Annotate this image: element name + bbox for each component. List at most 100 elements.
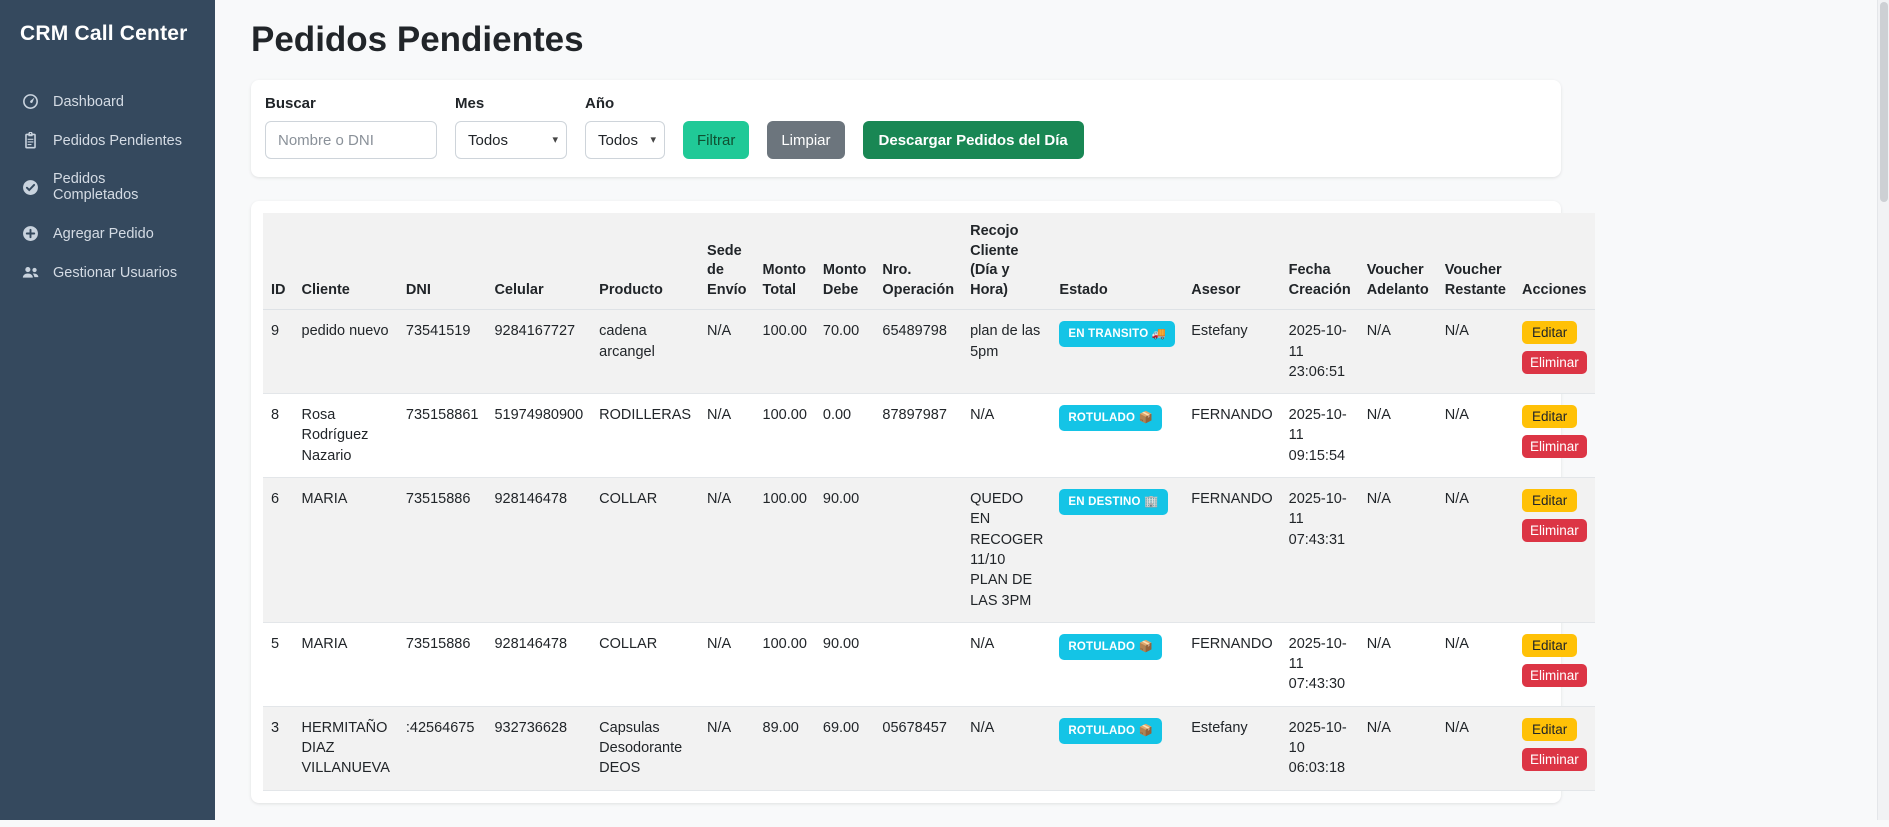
cell-id: 5 bbox=[263, 622, 294, 706]
cell-producto: COLLAR bbox=[591, 478, 699, 623]
cell-asesor: FERNANDO bbox=[1183, 622, 1280, 706]
cell-sede: N/A bbox=[699, 310, 754, 394]
cell-asesor: FERNANDO bbox=[1183, 394, 1280, 478]
scrollbar-thumb[interactable] bbox=[1880, 2, 1888, 202]
column-header-cliente: Cliente bbox=[294, 213, 398, 310]
edit-button[interactable]: Editar bbox=[1522, 718, 1577, 741]
cell-recojo: plan de las 5pm bbox=[962, 310, 1051, 394]
sidebar-item-pedidos-completados[interactable]: Pedidos Completados bbox=[0, 160, 215, 214]
column-header-celular: Celular bbox=[486, 213, 591, 310]
cell-monto_debe: 90.00 bbox=[815, 478, 874, 623]
cell-fecha: 2025-10-11 23:06:51 bbox=[1281, 310, 1359, 394]
cell-acciones: Editar Eliminar bbox=[1514, 478, 1595, 623]
edit-button[interactable]: Editar bbox=[1522, 489, 1577, 512]
cell-id: 8 bbox=[263, 394, 294, 478]
edit-button[interactable]: Editar bbox=[1522, 634, 1577, 657]
cell-acciones: Editar Eliminar bbox=[1514, 310, 1595, 394]
column-header-producto: Producto bbox=[591, 213, 699, 310]
buscar-label: Buscar bbox=[265, 95, 437, 112]
edit-button[interactable]: Editar bbox=[1522, 321, 1577, 344]
status-badge: ROTULADO 📦 bbox=[1059, 634, 1162, 660]
delete-button[interactable]: Eliminar bbox=[1522, 664, 1587, 687]
sidebar-item-label: Pedidos Pendientes bbox=[53, 133, 182, 149]
sidebar-item-label: Gestionar Usuarios bbox=[53, 265, 177, 281]
sidebar-item-label: Pedidos Completados bbox=[53, 171, 193, 203]
cell-fecha: 2025-10-11 07:43:31 bbox=[1281, 478, 1359, 623]
cell-nro_operacion: 87897987 bbox=[874, 394, 962, 478]
cell-recojo: N/A bbox=[962, 622, 1051, 706]
cell-producto: Capsulas Desodorante DEOS bbox=[591, 706, 699, 790]
cell-nro_operacion bbox=[874, 478, 962, 623]
orders-table: IDClienteDNICelularProductoSede de Envío… bbox=[263, 213, 1595, 791]
table-row: 6MARIA73515886928146478COLLARN/A100.0090… bbox=[263, 478, 1595, 623]
cell-fecha: 2025-10-10 06:03:18 bbox=[1281, 706, 1359, 790]
mes-select[interactable]: Todos bbox=[455, 121, 567, 159]
table-header: IDClienteDNICelularProductoSede de Envío… bbox=[263, 213, 1595, 310]
cell-estado: ROTULADO 📦 bbox=[1051, 706, 1183, 790]
cell-nro_operacion bbox=[874, 622, 962, 706]
app-title: CRM Call Center bbox=[20, 22, 195, 46]
cell-monto_total: 100.00 bbox=[755, 478, 815, 623]
cell-celular: 928146478 bbox=[486, 622, 591, 706]
edit-button[interactable]: Editar bbox=[1522, 405, 1577, 428]
cell-fecha: 2025-10-11 09:15:54 bbox=[1281, 394, 1359, 478]
page-title: Pedidos Pendientes bbox=[251, 20, 1853, 60]
delete-button[interactable]: Eliminar bbox=[1522, 351, 1587, 374]
sidebar-item-dashboard[interactable]: Dashboard bbox=[0, 82, 215, 121]
cell-nro_operacion: 65489798 bbox=[874, 310, 962, 394]
sidebar-item-label: Dashboard bbox=[53, 94, 124, 110]
cell-sede: N/A bbox=[699, 394, 754, 478]
column-header-monto-total: Monto Total bbox=[755, 213, 815, 310]
cell-id: 9 bbox=[263, 310, 294, 394]
cell-cliente: MARIA bbox=[294, 478, 398, 623]
cell-acciones: Editar Eliminar bbox=[1514, 394, 1595, 478]
cell-producto: RODILLERAS bbox=[591, 394, 699, 478]
table-row: 5MARIA73515886928146478COLLARN/A100.0090… bbox=[263, 622, 1595, 706]
cell-monto_debe: 0.00 bbox=[815, 394, 874, 478]
limpiar-button[interactable]: Limpiar bbox=[767, 121, 844, 159]
sidebar-item-label: Agregar Pedido bbox=[53, 226, 154, 242]
column-header-nro-operación: Nro. Operación bbox=[874, 213, 962, 310]
status-badge: EN TRANSITO 🚚 bbox=[1059, 321, 1175, 347]
descargar-pedidos-button[interactable]: Descargar Pedidos del Día bbox=[863, 121, 1084, 159]
sidebar-item-agregar-pedido[interactable]: Agregar Pedido bbox=[0, 214, 215, 253]
sidebar-item-gestionar-usuarios[interactable]: Gestionar Usuarios bbox=[0, 253, 215, 292]
cell-asesor: Estefany bbox=[1183, 310, 1280, 394]
cell-voucher_restante: N/A bbox=[1437, 310, 1514, 394]
delete-button[interactable]: Eliminar bbox=[1522, 519, 1587, 542]
cell-acciones: Editar Eliminar bbox=[1514, 622, 1595, 706]
filtrar-button[interactable]: Filtrar bbox=[683, 121, 749, 159]
cell-recojo: N/A bbox=[962, 706, 1051, 790]
cell-voucher_adelanto: N/A bbox=[1359, 394, 1437, 478]
cell-estado: ROTULADO 📦 bbox=[1051, 394, 1183, 478]
plus-circle-icon bbox=[22, 225, 39, 242]
anio-label: Año bbox=[585, 95, 665, 112]
column-header-dni: DNI bbox=[398, 213, 487, 310]
status-badge: ROTULADO 📦 bbox=[1059, 718, 1162, 744]
sidebar-item-pedidos-pendientes[interactable]: Pedidos Pendientes bbox=[0, 121, 215, 160]
cell-estado: EN TRANSITO 🚚 bbox=[1051, 310, 1183, 394]
sidebar-nav: Dashboard Pedidos Pendientes Pedidos Com… bbox=[0, 82, 215, 292]
cell-dni: 73515886 bbox=[398, 478, 487, 623]
cell-cliente: pedido nuevo bbox=[294, 310, 398, 394]
cell-asesor: FERNANDO bbox=[1183, 478, 1280, 623]
anio-select[interactable]: Todos bbox=[585, 121, 665, 159]
table-row: 3HERMITAÑO DIAZ VILLANUEVA:4256467593273… bbox=[263, 706, 1595, 790]
cell-fecha: 2025-10-11 07:43:30 bbox=[1281, 622, 1359, 706]
cell-voucher_restante: N/A bbox=[1437, 706, 1514, 790]
cell-dni: 73541519 bbox=[398, 310, 487, 394]
column-header-fecha-creación: Fecha Creación bbox=[1281, 213, 1359, 310]
delete-button[interactable]: Eliminar bbox=[1522, 748, 1587, 771]
vertical-scrollbar[interactable] bbox=[1877, 0, 1889, 820]
search-input[interactable] bbox=[265, 121, 437, 159]
cell-sede: N/A bbox=[699, 478, 754, 623]
cell-monto_debe: 69.00 bbox=[815, 706, 874, 790]
delete-button[interactable]: Eliminar bbox=[1522, 435, 1587, 458]
cell-estado: ROTULADO 📦 bbox=[1051, 622, 1183, 706]
mes-label: Mes bbox=[455, 95, 567, 112]
speedometer-icon bbox=[22, 93, 39, 110]
cell-monto_total: 100.00 bbox=[755, 622, 815, 706]
cell-producto: cadena arcangel bbox=[591, 310, 699, 394]
check-circle-icon bbox=[22, 179, 39, 196]
table-row: 8Rosa Rodríguez Nazario73515886151974980… bbox=[263, 394, 1595, 478]
